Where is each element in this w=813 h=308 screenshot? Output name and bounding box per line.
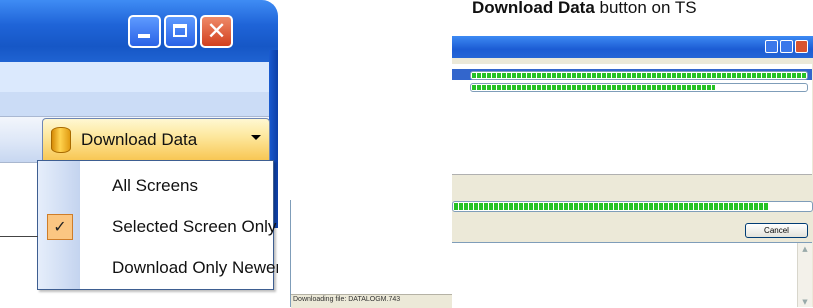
maximize-icon[interactable]	[780, 40, 793, 53]
checkmark-box: ✓	[47, 214, 73, 240]
close-button[interactable]: ✕	[200, 15, 233, 48]
download-progress-dialog: Cancel ▲ ▼	[452, 36, 813, 307]
minimize-button[interactable]	[128, 15, 161, 48]
progress-fill	[454, 203, 768, 210]
dialog-titlebar	[452, 36, 813, 58]
maximize-button[interactable]	[164, 15, 197, 48]
close-icon[interactable]	[795, 40, 808, 53]
close-icon: ✕	[206, 17, 227, 45]
database-icon	[51, 127, 71, 153]
download-data-button[interactable]: Download Data	[42, 118, 270, 160]
divider-line	[0, 236, 38, 237]
scroll-down-icon[interactable]: ▼	[800, 298, 810, 306]
checkmark-icon: ✓	[53, 217, 67, 236]
window-menu-band	[0, 62, 269, 92]
menu-item-label: Download Only Newer Files	[112, 258, 278, 277]
menu-item-selected-screen-only[interactable]: ✓ Selected Screen Only	[38, 207, 277, 247]
file-progress-bar	[470, 83, 808, 92]
caption-text: Download Data button on TS	[472, 0, 697, 18]
dialog-left-panel	[291, 200, 452, 307]
file-progress-bar	[470, 71, 808, 80]
download-log: ▲ ▼	[452, 242, 812, 307]
log-scrollbar[interactable]: ▲ ▼	[797, 243, 812, 307]
progress-fill	[472, 73, 806, 78]
overall-progress-bar	[452, 201, 813, 212]
maximize-icon	[173, 24, 187, 37]
window-titlebar: ✕	[0, 0, 278, 62]
caption-rest: button on TS	[594, 0, 697, 17]
download-dropdown-menu: All Screens ✓ Selected Screen Only Downl…	[37, 160, 278, 290]
status-text: Downloading file: DATALOGM.743	[293, 296, 401, 303]
cancel-button[interactable]: Cancel	[745, 223, 808, 238]
download-data-label: Download Data	[81, 130, 198, 149]
caption-bold: Download Data	[472, 0, 595, 17]
status-bar: Downloading file: DATALOGM.743	[291, 294, 452, 308]
minimize-icon	[138, 34, 150, 38]
chevron-down-icon[interactable]	[251, 135, 261, 140]
window-subband	[0, 92, 269, 117]
menu-item-all-screens[interactable]: All Screens	[38, 166, 273, 206]
minimize-icon[interactable]	[765, 40, 778, 53]
menu-item-download-only-newer-files[interactable]: Download Only Newer Files	[38, 248, 278, 288]
scroll-up-icon[interactable]: ▲	[800, 245, 810, 253]
menu-item-label: Selected Screen Only	[112, 217, 277, 236]
menu-item-label: All Screens	[112, 176, 198, 195]
progress-fill	[472, 85, 716, 90]
download-file-list	[452, 64, 812, 175]
zoomed-window: ✕ Download Data All Screens ✓ Selected S…	[0, 0, 278, 307]
